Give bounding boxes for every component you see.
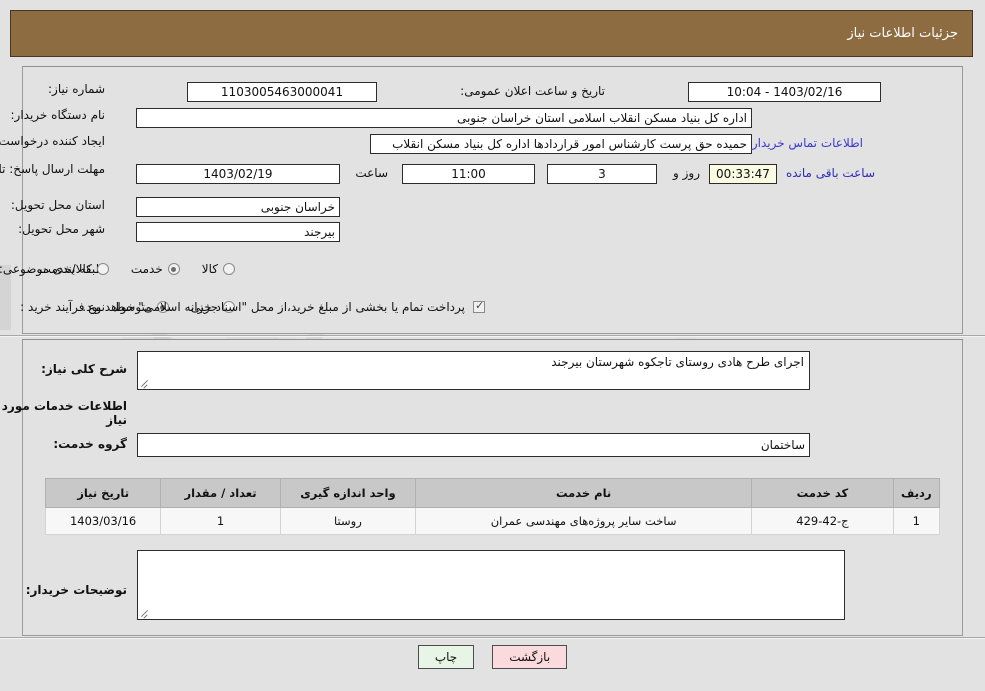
response-deadline-label: مهلت ارسال پاسخ: تا تاریخ: — [0, 162, 105, 176]
col-need-date: تاریخ نیاز — [44, 478, 162, 508]
radio-kala-icon[interactable] — [223, 263, 235, 275]
delivery-city-row: شهر محل تحویل: — [18, 222, 105, 236]
back-button[interactable]: بازگشت — [492, 645, 568, 669]
radio-kala-label: کالا — [201, 262, 218, 276]
section-divider-top — [0, 335, 985, 337]
service-items-table: ردیف کد خدمت نام خدمت واحد اندازه گیری ت… — [44, 478, 941, 535]
general-description-label: شرح کلی نیاز: — [41, 362, 127, 376]
cell-unit: روستا — [279, 507, 416, 535]
service-group-label: گروه خدمت: — [53, 437, 127, 451]
footer-button-bar: بازگشت چاپ — [0, 645, 985, 669]
radio-kala-khedmat-label: کالا/خدمت — [39, 262, 92, 276]
remaining-days-value: 3 — [547, 164, 657, 184]
response-deadline-row: مهلت ارسال پاسخ: تا تاریخ: — [0, 162, 105, 176]
resize-grip-icon-notes[interactable] — [140, 608, 150, 618]
page-header: جزئیات اطلاعات نیاز — [10, 10, 973, 57]
countdown-timer-value: 00:33:47 — [709, 164, 777, 184]
announcement-datetime-value: 1403/02/16 - 10:04 — [688, 82, 881, 102]
cell-service-code: ج-42-429 — [751, 507, 894, 535]
buyer-notes-label: توضیحات خریدار: — [25, 583, 127, 597]
announcement-datetime-row: تاریخ و ساعت اعلان عمومی: — [460, 84, 605, 98]
general-description-value: اجرای طرح هادی روستای تاجکوه شهرستان بیر… — [551, 355, 804, 369]
treasury-docs-note-row: پرداخت تمام یا بخشی از مبلغ خرید،از محل … — [82, 299, 485, 314]
treasury-docs-note: پرداخت تمام یا بخشی از مبلغ خرید،از محل … — [82, 300, 465, 314]
delivery-province-value: خراسان جنوبی — [136, 197, 340, 217]
countdown-timer-suffix: ساعت باقی مانده — [785, 166, 875, 180]
page-title: جزئیات اطلاعات نیاز — [847, 26, 958, 41]
radio-option-khedmat[interactable]: خدمت — [131, 262, 180, 276]
services-section-heading: اطلاعات خدمات مورد نیاز — [1, 399, 127, 427]
cell-quantity: 1 — [160, 507, 281, 535]
buyer-contact-link[interactable]: اطلاعات تماس خریدار — [752, 136, 863, 150]
radio-option-kala-khedmat[interactable]: کالا/خدمت — [40, 262, 109, 276]
announcement-datetime-label: تاریخ و ساعت اعلان عمومی: — [460, 84, 605, 98]
remaining-days-suffix: روز و — [673, 166, 700, 180]
col-unit: واحد اندازه گیری — [279, 478, 416, 508]
delivery-city-label: شهر محل تحویل: — [18, 222, 105, 236]
service-group-value: ساختمان — [137, 433, 810, 457]
table-row: 1 ج-42-429 ساخت سایر پروژه‌های مهندسی عم… — [44, 507, 941, 535]
request-creator-value: حمیده حق پرست کارشناس امور قراردادها ادا… — [370, 134, 752, 154]
request-creator-label: ایجاد کننده درخواست: — [0, 134, 105, 148]
radio-khedmat-icon[interactable] — [167, 263, 180, 275]
resize-grip-icon[interactable] — [140, 378, 150, 388]
need-number-value: 1103005463000041 — [187, 82, 377, 102]
buyer-notes-textarea[interactable] — [137, 550, 845, 620]
buyer-org-row: نام دستگاه خریدار: — [11, 108, 106, 122]
col-service-code: کد خدمت — [751, 478, 894, 508]
need-number-row: شماره نیاز: — [48, 82, 105, 96]
col-service-name: نام خدمت — [414, 478, 753, 508]
cell-service-name: ساخت سایر پروژه‌های مهندسی عمران — [414, 507, 753, 535]
radio-kala-khedmat-icon[interactable] — [96, 263, 109, 275]
section-divider-bottom — [0, 637, 985, 639]
buyer-org-value: اداره کل بنیاد مسکن انقلاب اسلامی استان … — [136, 108, 752, 128]
col-row-no: ردیف — [892, 478, 941, 508]
response-deadline-time-label: ساعت — [355, 166, 388, 180]
radio-khedmat-label: خدمت — [130, 262, 163, 276]
response-deadline-date: 1403/02/19 — [136, 164, 340, 184]
delivery-city-value: بیرجند — [136, 222, 340, 242]
request-creator-row: ایجاد کننده درخواست: — [0, 134, 105, 148]
cell-need-date: 1403/03/16 — [44, 507, 162, 535]
need-number-label: شماره نیاز: — [48, 82, 105, 96]
response-deadline-time: 11:00 — [402, 164, 535, 184]
general-description-textarea[interactable]: اجرای طرح هادی روستای تاجکوه شهرستان بیر… — [137, 351, 810, 390]
radio-option-kala[interactable]: کالا — [202, 262, 235, 276]
col-quantity: تعداد / مقدار — [160, 478, 281, 508]
print-button[interactable]: چاپ — [417, 645, 475, 669]
delivery-province-label: استان محل تحویل: — [10, 198, 105, 212]
delivery-province-row: استان محل تحویل: — [11, 198, 105, 212]
treasury-docs-checkbox[interactable] — [473, 299, 485, 313]
table-header-row: ردیف کد خدمت نام خدمت واحد اندازه گیری ت… — [44, 478, 941, 508]
buyer-org-label: نام دستگاه خریدار: — [10, 108, 106, 122]
cell-row-no: 1 — [892, 507, 941, 535]
subject-category-options: کالا خدمت کالا/خدمت — [40, 262, 235, 276]
